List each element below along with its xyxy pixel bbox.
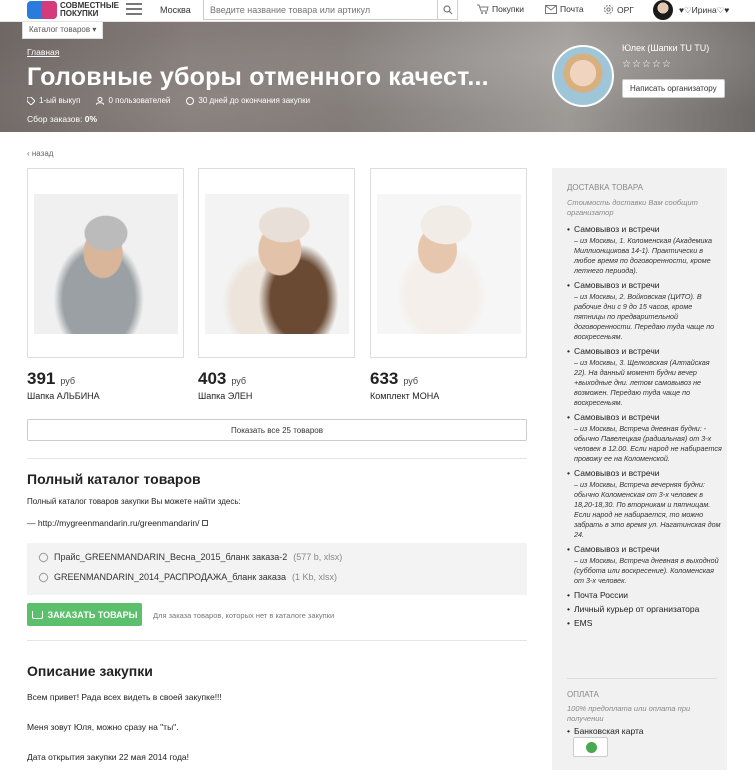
search-box (203, 0, 458, 20)
attachment-item[interactable]: Прайс_GREENMANDARIN_Весна_2015_бланк зак… (37, 550, 343, 564)
delivery-option: Самовывоз и встречи– из Москвы, Встреча … (567, 468, 722, 540)
tag-icon (27, 96, 35, 105)
delivery-subtitle: Стоимость доставки Вам сообщит организат… (567, 198, 698, 217)
city-selector[interactable]: Москва (160, 5, 191, 15)
page-title: Головные уборы отменного качест... (27, 63, 489, 91)
description-line: Дата открытия закупки 22 мая 2014 года! (27, 752, 190, 762)
nav-mail[interactable]: Почта (545, 4, 584, 14)
site-logo[interactable]: СОВМЕСТНЫЕ ПОКУПКИ (27, 0, 119, 20)
delivery-option: Самовывоз и встречи– из Москвы, Встреча … (567, 544, 722, 586)
show-all-button[interactable]: Показать все 25 товаров (27, 419, 527, 441)
catalog-dropdown[interactable]: Каталог товаров ▾ (22, 22, 104, 39)
description-line: Меня зовут Юля, можно сразу на "ты". (27, 722, 179, 732)
delivery-option: Почта России (567, 590, 722, 600)
delivery-option: Самовывоз и встречи– из Москвы, 1. Колом… (567, 224, 722, 276)
nav-org[interactable]: ОРГ (603, 4, 634, 15)
search-icon (442, 4, 452, 14)
collect-status: Сбор заказов: 0% (27, 114, 98, 124)
menu-icon[interactable] (126, 3, 142, 16)
product-image[interactable] (205, 194, 349, 334)
attachment-meta: (577 b, xlsx) (293, 552, 343, 562)
meta-deadline: 30 дней до окончания закупки (186, 96, 310, 105)
attachment-item[interactable]: GREENMANDARIN_2014_РАСПРОДАЖА_бланк зака… (37, 570, 337, 584)
catalog-text: Полный каталог товаров закупки Вы можете… (27, 497, 241, 506)
delivery-option: Самовывоз и встречи– из Москвы, Встреча … (567, 412, 722, 464)
product-card[interactable] (27, 168, 184, 358)
delivery-option: Личный курьер от организатора (567, 604, 722, 614)
gear-icon (604, 5, 613, 14)
organizer-name[interactable]: Юлек (Шапки TU TU) (622, 43, 709, 53)
product-name[interactable]: Шапка АЛЬБИНА (27, 391, 100, 401)
divider (27, 458, 527, 459)
delivery-list: Самовывоз и встречи– из Москвы, 1. Колом… (567, 224, 722, 632)
nav-purchases[interactable]: Покупки (477, 4, 524, 14)
delivery-title: ДОСТАВКА ТОВАРА (567, 183, 643, 192)
payment-subtitle: 100% предоплата или оплата при получении (567, 704, 691, 723)
back-link[interactable]: ‹ назад (27, 149, 53, 158)
order-note: Для заказа товаров, которых нет в катало… (153, 611, 335, 620)
meta-round: 1-ый выкуп (27, 96, 80, 105)
delivery-option: Самовывоз и встречи– из Москвы, 3. Щелко… (567, 346, 722, 408)
divider (567, 678, 717, 679)
search-input[interactable] (204, 0, 437, 19)
collect-value: 0% (84, 114, 98, 124)
payment-card-icon[interactable] (573, 737, 608, 757)
nav-org-label: ОРГ (617, 4, 634, 15)
attachment-name[interactable]: GREENMANDARIN_2014_РАСПРОДАЖА_бланк зака… (54, 572, 286, 582)
product-image[interactable] (377, 194, 521, 334)
organizer-photo[interactable] (552, 45, 614, 107)
product-name[interactable]: Комплект МОНА (370, 391, 439, 401)
order-button[interactable]: ЗАКАЗАТЬ ТОВАРЫ (27, 603, 142, 626)
product-image[interactable] (34, 194, 178, 334)
meta-users: 0 пользователей (96, 96, 170, 105)
product-price: 633 руб (370, 369, 419, 388)
breadcrumb[interactable]: Главная (27, 47, 59, 57)
catalog-title: Полный каталог товаров (27, 471, 201, 487)
description-line: Всем привет! Рада всех видеть в своей за… (27, 692, 222, 702)
cart-icon (477, 4, 489, 14)
clock-icon (186, 96, 195, 105)
divider (27, 640, 527, 641)
delivery-option: Самовывоз и встречи– из Москвы, 2. Войко… (567, 280, 722, 342)
payment-title: ОПЛАТА (567, 690, 599, 699)
attachment-meta: (1 Kb, xlsx) (291, 572, 337, 582)
write-organizer-button[interactable]: Написать организатору (622, 79, 725, 98)
nav-mail-label: Почта (560, 4, 584, 14)
top-bar: СОВМЕСТНЫЕ ПОКУПКИ Москва Покупки Почта … (0, 0, 755, 22)
sidebar: ДОСТАВКА ТОВАРА Стоимость доставки Вам с… (552, 168, 727, 770)
mail-icon (545, 4, 557, 14)
logo-text: СОВМЕСТНЫЕ ПОКУПКИ (60, 1, 119, 18)
product-price: 403 руб (198, 369, 247, 388)
organizer-rating: ☆☆☆☆☆ (622, 59, 672, 70)
cart-icon (31, 610, 43, 619)
product-card[interactable] (198, 168, 355, 358)
paperclip-icon (37, 570, 50, 584)
product-price: 391 руб (27, 369, 76, 388)
attachment-name[interactable]: Прайс_GREENMANDARIN_Весна_2015_бланк зак… (54, 552, 287, 562)
nav-purchases-label: Покупки (492, 4, 524, 14)
purchase-meta: 1-ый выкуп 0 пользователей 30 дней до ок… (27, 96, 310, 105)
user-avatar[interactable] (653, 0, 673, 20)
catalog-dropdown-label: Каталог товаров (29, 25, 91, 34)
delivery-option: EMS (567, 618, 722, 628)
description-title: Описание закупки (27, 663, 153, 679)
external-link-icon (201, 520, 208, 526)
search-button[interactable] (437, 0, 457, 19)
product-name[interactable]: Шапка ЭЛЕН (198, 391, 252, 401)
product-card[interactable] (370, 168, 527, 358)
logo-icon (27, 1, 57, 19)
paperclip-icon (37, 550, 50, 564)
attachments: Прайс_GREENMANDARIN_Весна_2015_бланк зак… (27, 543, 527, 595)
user-name[interactable]: ♥♡Ирина♡♥ (679, 5, 729, 16)
catalog-link[interactable]: — http://mygreenmandarin.ru/greenmandari… (27, 518, 208, 528)
payment-option: Банковская карта (567, 726, 722, 736)
user-icon (96, 96, 105, 105)
